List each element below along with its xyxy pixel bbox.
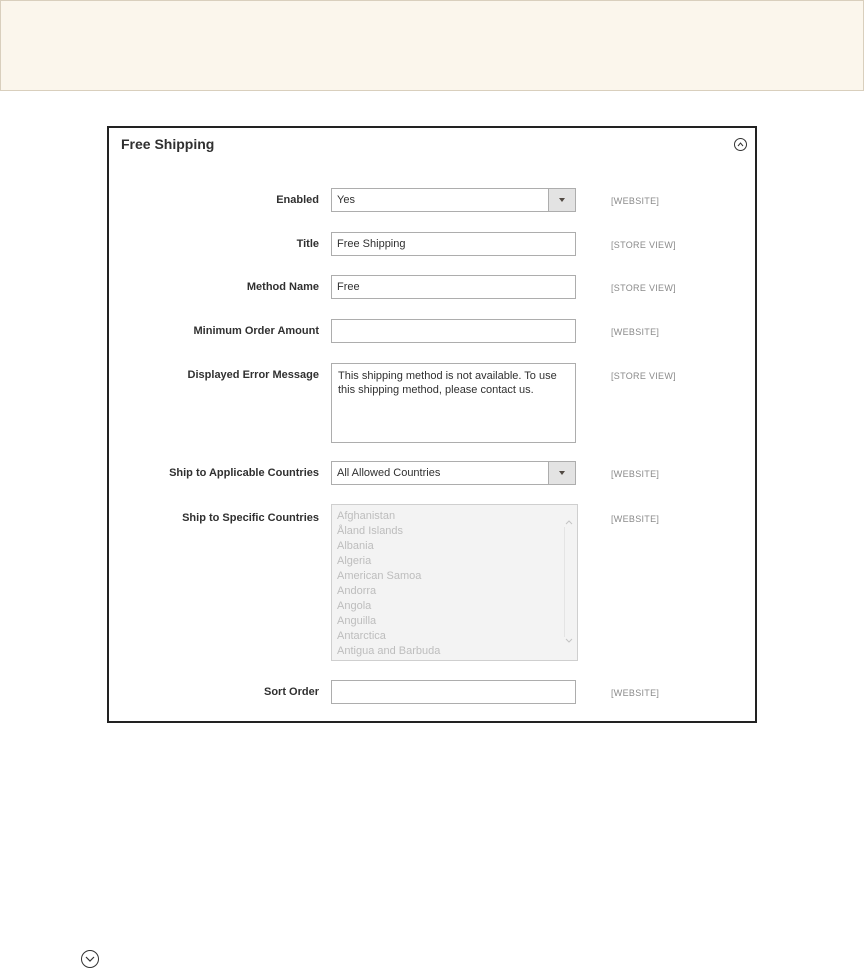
list-item: Antigua and Barbuda: [337, 645, 441, 657]
title-scope: [STORE VIEW]: [611, 240, 676, 250]
title-label: Title: [296, 238, 319, 250]
specific-countries-scope: [WEBSITE]: [611, 514, 660, 524]
list-item: Afghanistan: [337, 510, 396, 522]
sort-order-scope: [WEBSITE]: [611, 688, 660, 698]
chevron-up-circle-icon[interactable]: [734, 138, 747, 151]
applicable-countries-value: All Allowed Countries: [337, 467, 441, 479]
scroll-up-icon: [565, 520, 573, 525]
applicable-countries-scope: [WEBSITE]: [611, 469, 660, 479]
list-item: Antarctica: [337, 630, 386, 642]
error-message-textarea[interactable]: This shipping method is not available. T…: [331, 363, 576, 443]
country-list: Afghanistan Åland Islands Albania Algeri…: [332, 505, 577, 659]
error-message-scope: [STORE VIEW]: [611, 371, 676, 381]
list-item: Angola: [337, 600, 372, 612]
min-order-input[interactable]: [331, 319, 576, 343]
method-name-input[interactable]: Free: [331, 275, 576, 299]
enabled-select[interactable]: Yes: [331, 188, 576, 212]
method-name-scope: [STORE VIEW]: [611, 283, 676, 293]
dropdown-arrow-icon[interactable]: [548, 189, 575, 211]
sort-order-label: Sort Order: [263, 686, 319, 698]
enabled-value: Yes: [337, 194, 355, 206]
section-title[interactable]: Free Shipping: [121, 136, 214, 152]
list-item: Algeria: [337, 555, 372, 567]
specific-countries-label: Ship to Specific Countries: [182, 512, 319, 524]
notice-banner: [0, 0, 864, 91]
title-value: Free Shipping: [337, 238, 406, 250]
scrollbar: [564, 527, 573, 637]
enabled-scope: [WEBSITE]: [611, 196, 660, 206]
list-item: Albania: [337, 540, 374, 552]
list-item: American Samoa: [337, 570, 422, 582]
error-message-label: Displayed Error Message: [187, 369, 319, 381]
dropdown-arrow-icon[interactable]: [548, 462, 575, 484]
method-name-label: Method Name: [246, 281, 319, 293]
free-shipping-section: Free Shipping Enabled Yes [WEBSITE] Titl…: [107, 126, 757, 723]
specific-countries-multiselect: Afghanistan Åland Islands Albania Algeri…: [331, 504, 578, 661]
list-item: Andorra: [337, 585, 377, 597]
scroll-down-icon: [565, 638, 573, 643]
min-order-label: Minimum Order Amount: [193, 325, 319, 337]
applicable-countries-label: Ship to Applicable Countries: [169, 467, 319, 479]
list-item: Anguilla: [337, 615, 377, 627]
title-input[interactable]: Free Shipping: [331, 232, 576, 256]
sort-order-input[interactable]: [331, 680, 576, 704]
chevron-down-circle-icon[interactable]: [81, 950, 99, 968]
error-message-value: This shipping method is not available. T…: [338, 370, 557, 396]
list-item: Åland Islands: [337, 525, 404, 537]
min-order-scope: [WEBSITE]: [611, 327, 660, 337]
applicable-countries-select[interactable]: All Allowed Countries: [331, 461, 576, 485]
method-name-value: Free: [337, 281, 360, 293]
enabled-label: Enabled: [276, 194, 319, 206]
